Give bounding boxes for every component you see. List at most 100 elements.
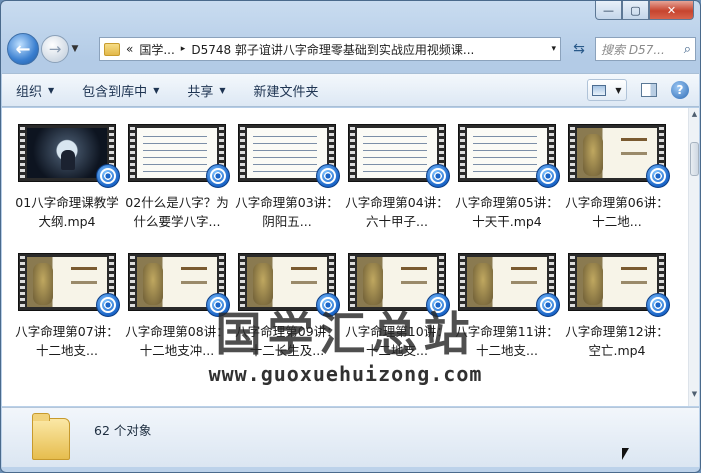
- file-name[interactable]: 八字命理第11讲：十二地支...: [453, 322, 561, 360]
- file-item[interactable]: 02什么是八字？为什么要学八字...: [122, 124, 232, 231]
- video-thumbnail[interactable]: [18, 253, 120, 317]
- thumbnail-frame: [467, 128, 547, 178]
- file-item[interactable]: 八字命理第12讲：空亡.mp4: [562, 253, 672, 360]
- forward-button[interactable]: →: [41, 35, 69, 63]
- file-grid: 01八字命理课教学大纲.mp4 02什么是八字？为什么要学八字... 八字命理第03…: [12, 124, 672, 360]
- thumbnail-frame: [357, 128, 437, 178]
- toolbar-right-group: ▼ ?: [587, 79, 689, 101]
- file-item[interactable]: 八字命理第07讲：十二地支...: [12, 253, 122, 360]
- breadcrumb-segment[interactable]: 国学...: [139, 41, 174, 58]
- include-in-library-menu[interactable]: 包含到库中 ▼: [82, 81, 159, 100]
- video-thumbnail[interactable]: [238, 253, 340, 317]
- file-item[interactable]: 八字命理第08讲：十二地支冲...: [122, 253, 232, 360]
- thumbnail-frame: [467, 257, 547, 307]
- file-name[interactable]: 八字命理第06讲：十二地...: [563, 193, 671, 231]
- video-thumbnail[interactable]: [568, 253, 670, 317]
- video-thumbnail[interactable]: [568, 124, 670, 188]
- media-player-icon: [316, 164, 340, 188]
- scroll-up-icon[interactable]: ▲: [689, 110, 700, 124]
- file-name[interactable]: 八字命理第03讲：阴阳五...: [233, 193, 341, 231]
- video-thumbnail[interactable]: [238, 124, 340, 188]
- new-folder-label: 新建文件夹: [253, 84, 319, 100]
- file-name[interactable]: 八字命理第04讲：六十甲子...: [343, 193, 451, 231]
- close-button[interactable]: ✕: [649, 1, 694, 20]
- file-item[interactable]: 八字命理第03讲：阴阳五...: [232, 124, 342, 231]
- change-view-button[interactable]: ▼: [587, 79, 627, 101]
- media-player-icon: [96, 164, 120, 188]
- file-item[interactable]: 八字命理第05讲：十天干.mp4: [452, 124, 562, 231]
- media-player-icon: [96, 293, 120, 317]
- thumbnail-frame: [577, 257, 657, 307]
- mouse-cursor-icon: [622, 448, 629, 460]
- thumbnail-frame: [247, 128, 327, 178]
- command-bar: 组织 ▼ 包含到库中 ▼ 共享 ▼ 新建文件夹 ▼ ?: [2, 73, 699, 107]
- dropdown-arrow-icon: ▼: [153, 85, 160, 95]
- media-player-icon: [536, 164, 560, 188]
- file-name[interactable]: 八字命理第12讲：空亡.mp4: [563, 322, 671, 360]
- video-thumbnail[interactable]: [128, 124, 230, 188]
- file-name[interactable]: 八字命理第10讲：十二地支...: [343, 322, 451, 360]
- recent-pages-dropdown[interactable]: ▼: [69, 44, 81, 54]
- back-arrow-icon: ←: [15, 38, 31, 60]
- refresh-icon: ⇆: [573, 41, 585, 57]
- view-icon: [592, 84, 607, 96]
- breadcrumb-segment[interactable]: D5748 郭子谊讲八字命理零基础到实战应用视频课...: [191, 41, 474, 58]
- share-label: 共享: [187, 84, 214, 100]
- file-item[interactable]: 八字命理第11讲：十二地支...: [452, 253, 562, 360]
- file-item[interactable]: 八字命理第06讲：十二地...: [562, 124, 672, 231]
- video-thumbnail[interactable]: [128, 253, 230, 317]
- video-thumbnail[interactable]: [458, 124, 560, 188]
- new-folder-button[interactable]: 新建文件夹: [254, 81, 319, 100]
- media-player-icon: [536, 293, 560, 317]
- refresh-button[interactable]: ⇆: [567, 37, 591, 61]
- dropdown-arrow-icon: ▼: [219, 85, 226, 95]
- file-name[interactable]: 八字命理第08讲：十二地支冲...: [123, 322, 231, 360]
- caption-buttons: — ▢ ✕: [595, 1, 694, 20]
- breadcrumb-separator-icon[interactable]: ▸: [181, 44, 186, 54]
- thumbnail-frame: [247, 257, 327, 307]
- address-bar[interactable]: « 国学... ▸ D5748 郭子谊讲八字命理零基础到实战应用视频课... ▾: [99, 37, 561, 61]
- preview-pane-icon[interactable]: [641, 83, 657, 97]
- address-dropdown-icon[interactable]: ▾: [551, 44, 556, 54]
- explorer-window: — ▢ ✕ ← → ▼ « 国学... ▸ D5748 郭子谊讲八字命理零基础到…: [0, 0, 701, 473]
- file-item[interactable]: 01八字命理课教学大纲.mp4: [12, 124, 122, 231]
- share-menu[interactable]: 共享 ▼: [187, 81, 225, 100]
- thumbnail-frame: [137, 128, 217, 178]
- media-player-icon: [206, 164, 230, 188]
- back-button[interactable]: ←: [7, 33, 39, 65]
- media-player-icon: [646, 293, 670, 317]
- file-name[interactable]: 02什么是八字？为什么要学八字...: [123, 193, 231, 231]
- help-icon[interactable]: ?: [671, 81, 689, 99]
- search-input[interactable]: 搜索 D57... ⌕: [595, 37, 696, 61]
- video-thumbnail[interactable]: [348, 124, 450, 188]
- scroll-down-icon[interactable]: ▼: [689, 390, 700, 404]
- file-list-view: 01八字命理课教学大纲.mp4 02什么是八字？为什么要学八字... 八字命理第03…: [2, 108, 689, 406]
- scrollbar-thumb[interactable]: [690, 142, 699, 176]
- media-player-icon: [426, 164, 450, 188]
- video-thumbnail[interactable]: [18, 124, 120, 188]
- video-thumbnail[interactable]: [458, 253, 560, 317]
- organize-menu[interactable]: 组织 ▼: [16, 81, 54, 100]
- vertical-scrollbar[interactable]: ▲ ▼: [688, 108, 699, 406]
- view-dropdown-icon[interactable]: ▼: [615, 86, 621, 95]
- dropdown-arrow-icon: ▼: [48, 85, 55, 95]
- file-name[interactable]: 八字命理第09讲：十二长生及...: [233, 322, 341, 360]
- minimize-button[interactable]: —: [595, 1, 622, 20]
- file-item[interactable]: 八字命理第04讲：六十甲子...: [342, 124, 452, 231]
- file-item[interactable]: 八字命理第09讲：十二长生及...: [232, 253, 342, 360]
- include-library-label: 包含到库中: [82, 84, 148, 100]
- file-name[interactable]: 01八字命理课教学大纲.mp4: [13, 193, 121, 231]
- forward-arrow-icon: →: [48, 40, 62, 58]
- search-icon[interactable]: ⌕: [684, 42, 691, 57]
- file-item[interactable]: 八字命理第10讲：十二地支...: [342, 253, 452, 360]
- file-name[interactable]: 八字命理第05讲：十天干.mp4: [453, 193, 561, 231]
- media-player-icon: [206, 293, 230, 317]
- media-player-icon: [316, 293, 340, 317]
- item-count: 62 个对象: [94, 423, 152, 438]
- maximize-button[interactable]: ▢: [622, 1, 649, 20]
- video-thumbnail[interactable]: [348, 253, 450, 317]
- file-name[interactable]: 八字命理第07讲：十二地支...: [13, 322, 121, 360]
- thumbnail-frame: [27, 128, 107, 178]
- address-overflow[interactable]: «: [126, 42, 133, 56]
- folder-icon: [104, 42, 120, 56]
